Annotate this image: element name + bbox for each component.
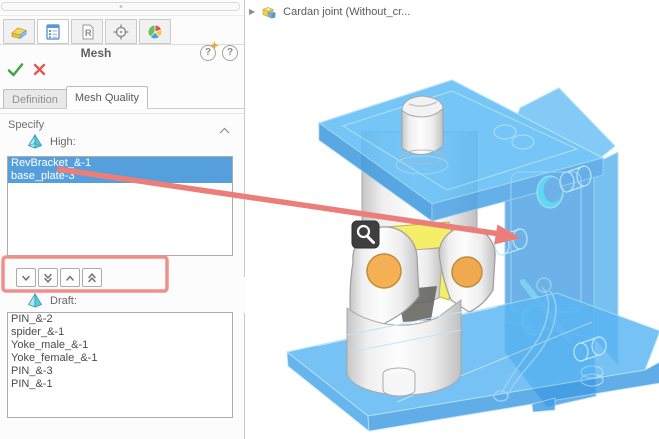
chevron-up-icon [64,272,76,284]
close-icon [32,62,47,77]
tab-feature-manager[interactable] [3,19,35,44]
list-item[interactable]: base_plate-3 [8,170,232,183]
move-down-button[interactable] [16,268,36,287]
cardan-joint-model[interactable] [247,0,659,439]
solidworks-window: R [0,0,659,439]
panel-help-icons: ? ? [200,45,238,61]
base-plate[interactable] [287,293,659,431]
cancel-button[interactable] [31,61,48,78]
move-up-button[interactable] [60,268,80,287]
draft-quality-row: Draft: [27,293,77,308]
divider [0,113,244,114]
draft-label: Draft: [50,295,77,307]
panel-splitter-bar[interactable] [1,2,240,11]
display-pane-tab-icon [146,23,164,41]
tab-property-manager[interactable] [37,19,69,44]
list-item[interactable]: Yoke_male_&-1 [8,339,232,352]
list-item[interactable]: Yoke_female_&-1 [8,352,232,365]
panel-tabstrip: R [3,19,171,44]
chevron-down-icon [20,272,32,284]
list-item[interactable]: PIN_&-1 [8,378,232,391]
list-item[interactable]: RevBracket_&-1 [8,157,232,170]
mesh-sub-tabs: Definition Mesh Quality [3,86,148,109]
dimxpert-tab-icon [112,23,130,41]
tab-display-pane[interactable] [139,19,171,44]
page-title: Mesh [0,46,192,60]
star-icon [210,41,219,50]
chevron-up-icon [219,127,230,134]
draft-mesh-icon [27,293,43,308]
move-buttons [16,268,102,287]
model-tab-icon [9,23,29,41]
draft-quality-list[interactable]: PIN_&-2spider_&-1Yoke_male_&-1Yoke_femal… [7,312,233,418]
double-chevron-down-icon [42,272,54,284]
high-quality-row: High: [27,134,76,149]
help-icon[interactable]: ? [222,45,238,61]
tab-mesh-quality[interactable]: Mesh Quality [66,86,148,109]
high-mesh-icon [27,134,43,149]
quick-tip-icon[interactable]: ? [200,45,216,61]
divider [0,15,244,16]
tab-definition[interactable]: Definition [3,89,67,109]
collapse-group-button[interactable] [219,121,230,139]
high-quality-list[interactable]: RevBracket_&-1base_plate-3 [7,156,233,256]
tab-dimxpert[interactable] [105,19,137,44]
pin-left[interactable] [367,254,401,288]
panel-actions [7,61,48,78]
configurations-tab-icon: R [78,23,96,41]
tab-configurations[interactable]: R [71,19,103,44]
list-item[interactable]: spider_&-1 [8,326,232,339]
move-all-up-button[interactable] [82,268,102,287]
list-item[interactable]: PIN_&-3 [8,365,232,378]
double-chevron-up-icon [86,272,98,284]
list-item[interactable]: PIN_&-2 [8,313,232,326]
question-glyph: ? [227,47,233,58]
move-all-down-button[interactable] [38,268,58,287]
ok-button[interactable] [7,61,24,78]
svg-text:R: R [85,28,92,38]
propertymanager-tab-icon [44,23,62,41]
high-label: High: [50,136,76,148]
splitter-grip-icon [119,5,122,8]
specify-group-label: Specify [8,119,44,131]
property-manager-panel: R [0,0,244,439]
pin-right[interactable] [452,257,482,287]
check-icon [7,62,24,78]
